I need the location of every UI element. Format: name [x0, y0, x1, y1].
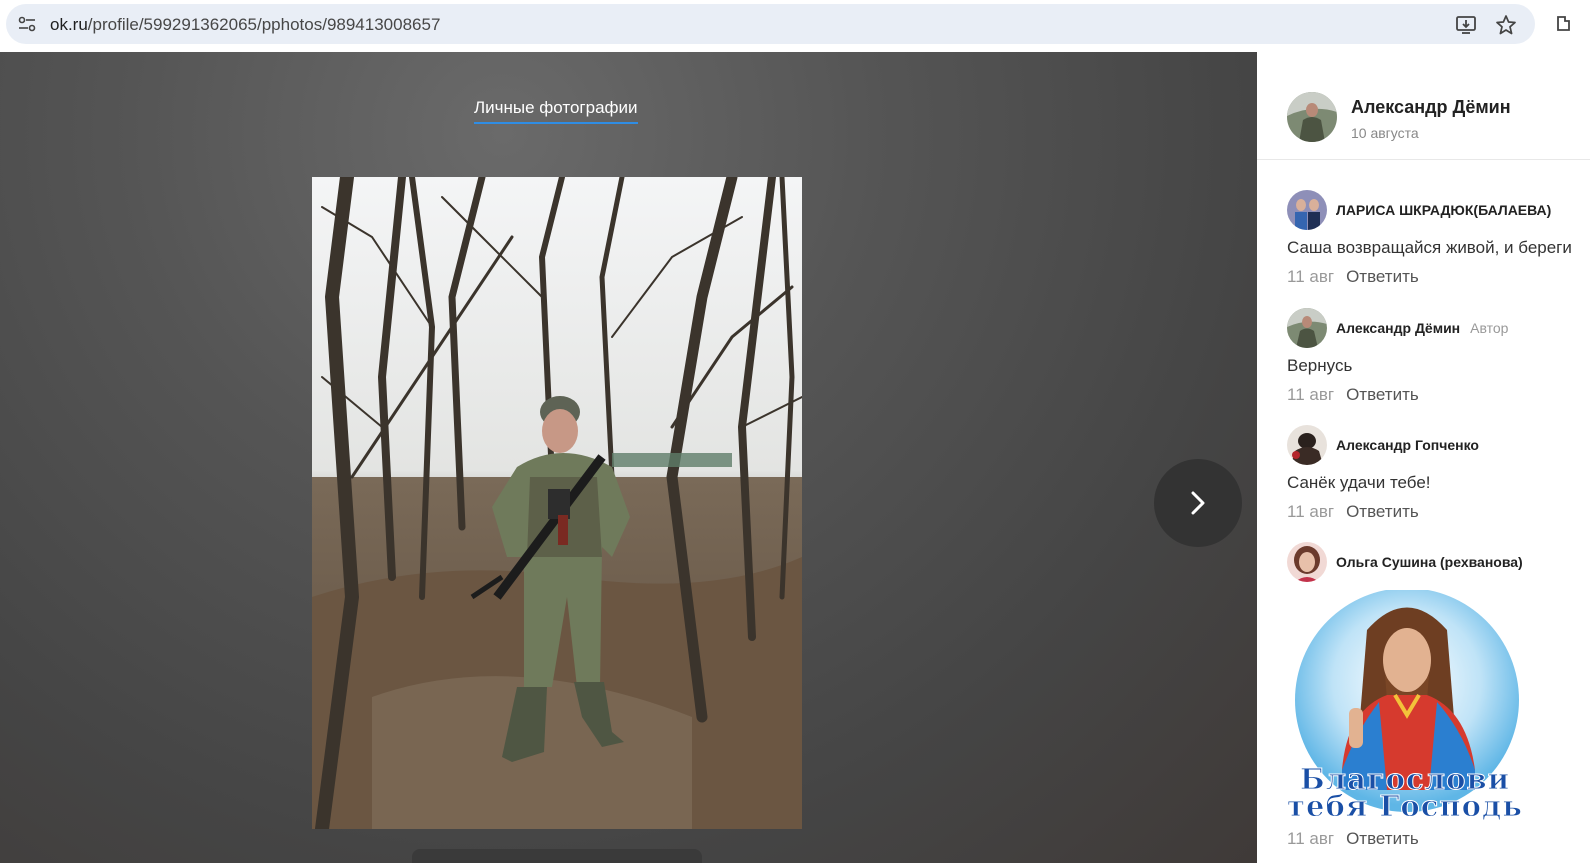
commenter-name[interactable]: Александр Гопченко	[1336, 437, 1479, 453]
commenter-avatar[interactable]	[1287, 190, 1327, 230]
comment-text: Саша возвращайся живой, и береги	[1287, 238, 1572, 257]
url-host: ok.ru	[50, 15, 88, 34]
comment-text: Вернусь	[1287, 356, 1353, 375]
install-app-icon[interactable]	[1455, 14, 1477, 36]
commenter-avatar[interactable]	[1287, 542, 1327, 582]
avatar-image	[1287, 92, 1337, 142]
comment-text: Санёк удачи тебе!	[1287, 473, 1431, 492]
post-author-name[interactable]: Александр Дёмин	[1351, 97, 1511, 118]
comment-meta: 11 авг Ответить	[1287, 385, 1419, 405]
comment-date: 11 авг	[1287, 502, 1335, 521]
url-path: /profile/599291362065/pphotos/9894130086…	[87, 15, 441, 34]
main-photo[interactable]	[312, 177, 802, 829]
browser-toolbar: ok.ru/profile/599291362065/pphotos/98941…	[0, 0, 1590, 52]
commenter-name: Александр Дёмин Автор	[1336, 320, 1508, 336]
reply-link[interactable]: Ответить	[1346, 829, 1419, 848]
comment-meta: 11 авг Ответить	[1287, 267, 1419, 287]
comments-panel: Александр Дёмин 10 августа ЛАРИСА ШКРАДЮ…	[1257, 52, 1590, 863]
commenter-avatar[interactable]	[1287, 308, 1327, 348]
blessing-caption: Благослови тебя Господь	[1287, 764, 1523, 823]
post-date: 10 августа	[1351, 125, 1419, 141]
author-tag: Автор	[1470, 320, 1509, 336]
commenter-avatar[interactable]	[1287, 425, 1327, 465]
photo-toolbar-hint	[412, 849, 702, 863]
blessing-caption-line2: тебя Господь	[1287, 789, 1523, 823]
comment-meta: 11 авг Ответить	[1287, 502, 1419, 522]
avatar-image	[1287, 190, 1327, 230]
chevron-right-icon	[1191, 491, 1205, 515]
comment-image-sticker[interactable]: Благослови тебя Господь	[1287, 590, 1523, 825]
next-photo-button[interactable]	[1154, 459, 1242, 547]
author-avatar[interactable]	[1287, 92, 1337, 142]
commenter-name[interactable]: ЛАРИСА ШКРАДЮК(БАЛАЕВА)	[1336, 202, 1551, 218]
reply-link[interactable]: Ответить	[1346, 502, 1419, 521]
reply-link[interactable]: Ответить	[1346, 267, 1419, 286]
commenter-name[interactable]: Ольга Сушина (рехванова)	[1336, 554, 1523, 570]
post-author-header: Александр Дёмин 10 августа	[1257, 52, 1590, 160]
avatar-image	[1287, 542, 1327, 582]
avatar-image	[1287, 308, 1327, 348]
commenter-name-text[interactable]: Александр Дёмин	[1336, 320, 1460, 336]
comment-date: 11 авг	[1287, 829, 1335, 848]
photo-image	[312, 177, 802, 829]
photo-viewer: Личные фотографии	[0, 52, 1257, 863]
site-settings-icon[interactable]	[18, 16, 36, 32]
bookmark-star-icon[interactable]	[1495, 14, 1517, 36]
url-text[interactable]: ok.ru/profile/599291362065/pphotos/98941…	[50, 15, 440, 35]
reply-link[interactable]: Ответить	[1346, 385, 1419, 404]
extensions-icon[interactable]	[1556, 14, 1570, 32]
album-title-link[interactable]: Личные фотографии	[474, 98, 638, 124]
comment-date: 11 авг	[1287, 385, 1335, 404]
comment-date: 11 авг	[1287, 267, 1335, 286]
address-bar[interactable]: ok.ru/profile/599291362065/pphotos/98941…	[6, 4, 1535, 44]
comment-meta: 11 авг Ответить	[1287, 829, 1419, 849]
avatar-image	[1287, 425, 1327, 465]
